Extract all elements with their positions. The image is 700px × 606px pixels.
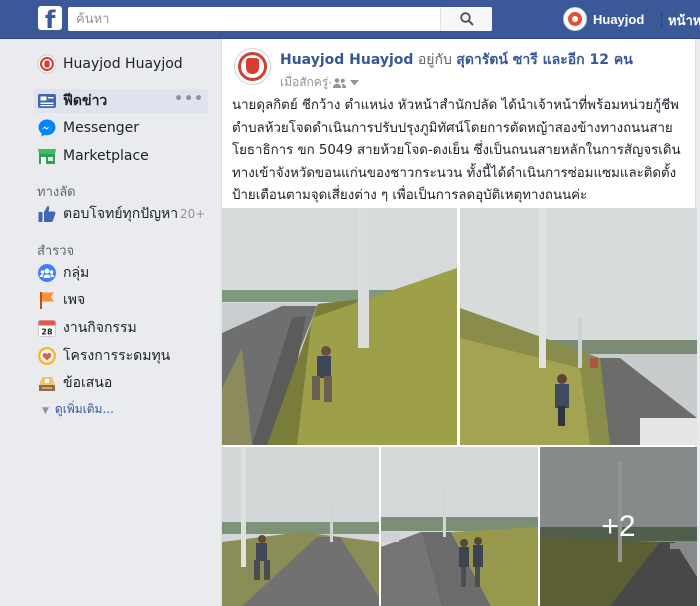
sidebar-item-label: Huayjod Huayjod	[63, 56, 183, 72]
photo-image	[222, 208, 457, 445]
post-photo-2[interactable]	[460, 208, 697, 445]
fundraiser-icon	[37, 346, 57, 366]
messenger-icon	[37, 118, 57, 138]
divider	[661, 12, 662, 28]
marketplace-store-icon	[37, 146, 57, 166]
audience-dropdown-icon	[350, 79, 360, 85]
see-more-link[interactable]: ▼ ดูเพิ่มเติม...	[42, 400, 114, 419]
sidebar-item-label: เพจ	[63, 292, 86, 308]
avatar	[563, 7, 587, 31]
shortcut-count-badge: 20+	[180, 207, 206, 221]
news-feed-icon	[37, 91, 57, 111]
chevron-down-icon: ▼	[42, 406, 49, 416]
post-photo-4[interactable]	[381, 447, 538, 606]
more-options-icon[interactable]: •••	[174, 91, 204, 107]
sidebar-item-profile[interactable]: Huayjod Huayjod	[37, 52, 183, 76]
search-icon	[460, 12, 474, 26]
profile-avatar-icon	[37, 54, 57, 74]
feed-post: Huayjod Huayjod อยู่กับ สุดารัตน์ ซารี แ…	[221, 39, 697, 606]
post-header: Huayjod Huayjod อยู่กับ สุดารัตน์ ซารี แ…	[280, 49, 690, 71]
search-box	[68, 7, 492, 31]
offers-icon	[37, 373, 57, 393]
pages-flag-icon	[37, 290, 57, 310]
sidebar-item-offers[interactable]: ข้อเสนอ	[37, 371, 112, 395]
photo-image	[222, 447, 379, 606]
shortcuts-heading: ทางลัด	[37, 185, 76, 200]
post-body-text: นายดุลกิตย์ ชีกว้าง ตำแหน่ง หัวหน้าสำนัก…	[232, 98, 681, 203]
post-timestamp[interactable]: เมื่อสักครู่	[280, 73, 328, 92]
sidebar-item-label: Messenger	[63, 120, 140, 136]
post-photo-1[interactable]	[222, 208, 457, 445]
post-meta: เมื่อสักครู่ ·	[280, 73, 360, 92]
post-author-link[interactable]: Huayjod Huayjod	[280, 52, 413, 68]
sidebar-item-events[interactable]: 28 งานกิจกรรม	[37, 316, 137, 340]
events-calendar-icon: 28	[37, 318, 57, 338]
more-photos-overlay[interactable]: +2	[540, 447, 697, 606]
like-page-icon	[37, 204, 57, 224]
post-photo-3[interactable]	[222, 447, 379, 606]
sidebar-item-label: กลุ่ม	[63, 265, 90, 281]
sidebar-item-shortcut[interactable]: ตอบโจทย์ทุกปัญหา	[37, 202, 178, 226]
search-input[interactable]	[68, 7, 448, 31]
sidebar-item-label: ฟีดข่าว	[63, 93, 108, 109]
sidebar-item-news-feed[interactable]: ฟีดข่าว •••	[34, 89, 208, 113]
sidebar-item-label: งานกิจกรรม	[63, 320, 137, 336]
sidebar-item-label: ข้อเสนอ	[63, 375, 113, 391]
profile-link[interactable]: Huayjod	[563, 6, 644, 32]
photo-image	[460, 208, 697, 445]
audience-friends-icon[interactable]	[332, 77, 360, 89]
explore-heading: สำรวจ	[37, 244, 75, 259]
sidebar-item-label: โครงการระดมทุน	[63, 348, 171, 364]
more-photos-count: +2	[601, 509, 636, 543]
photo-image	[381, 447, 538, 606]
sidebar-item-fundraisers[interactable]: โครงการระดมทุน	[37, 344, 170, 368]
sidebar-item-marketplace[interactable]: Marketplace	[37, 144, 149, 168]
search-button[interactable]	[440, 7, 492, 31]
sidebar-item-label: Marketplace	[63, 148, 149, 164]
sidebar-item-label: ตอบโจทย์ทุกปัญหา	[63, 206, 179, 222]
sidebar-item-groups[interactable]: กลุ่ม	[37, 261, 89, 285]
tagged-people-link[interactable]: สุดารัตน์ ซารี และอีก 12 คน	[456, 52, 632, 68]
left-sidebar: Huayjod Huayjod ฟีดข่าว ••• Messenger Ma…	[0, 39, 220, 606]
see-more-label: ดูเพิ่มเติม...	[54, 402, 114, 416]
post-photo-5[interactable]: +2	[540, 447, 697, 606]
post-with-text: อยู่กับ	[413, 52, 457, 68]
home-link[interactable]: หน้าห	[668, 10, 700, 31]
sidebar-item-messenger[interactable]: Messenger	[37, 116, 139, 140]
calendar-day-label: 28	[41, 328, 53, 337]
profile-name: Huayjod	[593, 11, 645, 27]
sidebar-item-pages[interactable]: เพจ	[37, 288, 85, 312]
facebook-logo-icon[interactable]: f	[38, 6, 62, 30]
top-navigation-bar: f Huayjod หน้าห	[0, 0, 700, 39]
post-author-avatar[interactable]	[234, 48, 271, 85]
groups-icon	[37, 263, 57, 283]
